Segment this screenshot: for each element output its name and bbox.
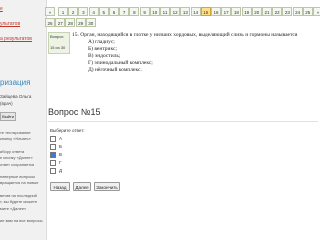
- answer-label: А: [59, 136, 63, 142]
- pager-page-2[interactable]: 2: [68, 7, 79, 16]
- divider: [48, 121, 318, 122]
- question-label: Вопрос: [50, 34, 64, 39]
- pager-page-18[interactable]: 18: [231, 7, 242, 16]
- question-option: Б) вентрикс;: [88, 46, 117, 52]
- logout-button[interactable]: Выйти: [0, 112, 16, 121]
- question-option: Д) нёгочный комплекс.: [88, 67, 142, 73]
- sidebar-link-analysis[interactable]: а результатов: [0, 36, 32, 42]
- pager-page-4[interactable]: 4: [88, 7, 99, 16]
- answer-choice[interactable]: Б: [50, 144, 62, 150]
- pager-page-3[interactable]: 3: [78, 7, 89, 16]
- pager-page-10[interactable]: 10: [149, 7, 160, 16]
- help-line: ие вам на все вопросы: [0, 218, 43, 224]
- pager-page-17[interactable]: 17: [221, 7, 232, 16]
- pager-page-14[interactable]: 14: [190, 7, 201, 16]
- answer-choice[interactable]: В: [50, 152, 62, 158]
- answer-label: Д: [59, 168, 63, 174]
- question-option: Г) эпинодальный комплекс;: [88, 60, 153, 66]
- answer-choice[interactable]: Д: [50, 168, 62, 174]
- user-name: Зайцева Ольга: [0, 94, 32, 99]
- pager-page-24[interactable]: 24: [292, 7, 303, 16]
- pager-page-5[interactable]: 5: [98, 7, 109, 16]
- pager-page-22[interactable]: 22: [272, 7, 283, 16]
- pager-next-button[interactable]: »: [313, 7, 320, 16]
- help-line: ответ сохраняется: [0, 161, 35, 167]
- answer-label: Г: [59, 160, 62, 166]
- answer-prompt: Выберите ответ:: [50, 128, 85, 133]
- answer-checkbox[interactable]: [50, 136, 56, 142]
- help-line: т, вы будете можете: [0, 199, 38, 205]
- answer-checkbox[interactable]: [50, 152, 56, 158]
- pager-page-20[interactable]: 20: [251, 7, 262, 16]
- question-option: А) гладиус;: [88, 39, 115, 45]
- question-info-cell: Вопрос 15 из 30: [48, 32, 70, 54]
- pager-page-11[interactable]: 11: [160, 7, 170, 16]
- next-button[interactable]: Далее: [73, 182, 91, 191]
- finish-button[interactable]: Закончить: [94, 182, 120, 191]
- sidebar: е ультатов а результатов ризация Зайцева…: [0, 0, 47, 240]
- question-options: А) гладиус; Б) вентрикс; В) эндостиль; Г) э…: [88, 39, 312, 74]
- back-button[interactable]: Назад: [50, 182, 70, 191]
- pager-page-8[interactable]: 8: [129, 7, 140, 16]
- help-line: мите «Далее»: [0, 205, 27, 211]
- pager-page-29[interactable]: 29: [75, 18, 86, 27]
- pager-page-21[interactable]: 21: [262, 7, 272, 16]
- sidebar-heading-auth: ризация: [0, 78, 31, 87]
- pager-page-7[interactable]: 7: [119, 7, 130, 16]
- pager-page-13[interactable]: 13: [180, 7, 191, 16]
- pager-page-28[interactable]: 28: [65, 18, 76, 27]
- help-line: е кнопку «Далее»: [0, 155, 33, 161]
- help-line: ветив на последний: [0, 193, 37, 198]
- question-text-block: 15. Орган, находящийся в глотке у низших…: [72, 32, 312, 74]
- help-line: кнопку «Начать»: [0, 136, 31, 142]
- help-line: те тестирование: [0, 130, 31, 135]
- answer-checkbox[interactable]: [50, 160, 56, 166]
- pager-page-15[interactable]: 15: [200, 7, 211, 16]
- question-option: В) эндостиль;: [88, 53, 121, 59]
- sidebar-link-top[interactable]: е: [0, 6, 3, 12]
- question-counter: 15 из 30: [50, 45, 66, 50]
- pager-page-30[interactable]: 30: [85, 18, 96, 27]
- pager-page-1[interactable]: 1: [58, 7, 68, 16]
- pager-page-26[interactable]: 26: [45, 18, 55, 27]
- pager-page-19[interactable]: 19: [241, 7, 252, 16]
- user-role: (врач): [0, 101, 13, 106]
- answer-choice[interactable]: А: [50, 136, 62, 142]
- page-title: Вопрос №15: [48, 107, 101, 117]
- answer-checkbox[interactable]: [50, 168, 56, 174]
- answer-choice[interactable]: Г: [50, 160, 61, 166]
- pager-page-9[interactable]: 9: [139, 7, 150, 16]
- answer-checkbox[interactable]: [50, 144, 56, 150]
- pager-page-27[interactable]: 27: [55, 18, 66, 27]
- pager-page-6[interactable]: 6: [109, 7, 119, 16]
- pager-page-23[interactable]: 23: [282, 7, 293, 16]
- sidebar-link-results[interactable]: ультатов: [0, 21, 20, 27]
- help-line: неверные вопросы: [0, 174, 36, 180]
- help-line: вращается на новые: [0, 180, 39, 186]
- pager-page-16[interactable]: 16: [211, 7, 221, 16]
- answer-label: Б: [59, 144, 62, 150]
- pager-prev-button[interactable]: «: [45, 7, 55, 16]
- pager-page-25[interactable]: 25: [302, 7, 313, 16]
- help-line: ибору ответа: [0, 148, 25, 154]
- pager-page-12[interactable]: 12: [170, 7, 181, 16]
- answer-label: В: [59, 152, 63, 158]
- question-text: 15. Орган, находящийся в глотке у низших…: [72, 32, 298, 38]
